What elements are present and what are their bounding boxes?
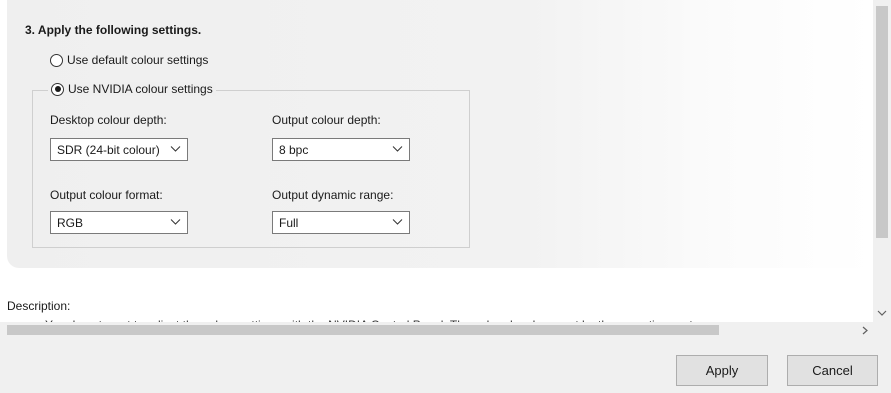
output-dynamic-range-value: Full	[279, 215, 299, 230]
horizontal-scrollbar-thumb[interactable]	[7, 325, 719, 335]
output-colour-depth-label: Output colour depth:	[272, 113, 381, 127]
cancel-button[interactable]: Cancel	[787, 355, 878, 386]
description-label: Description:	[7, 299, 71, 313]
output-colour-format-label: Output colour format:	[50, 188, 163, 202]
default-colour-radio-row[interactable]: Use default colour settings	[50, 53, 208, 67]
chevron-down-icon	[392, 219, 403, 225]
desktop-colour-depth-value: SDR (24-bit colour)	[57, 142, 160, 157]
chevron-down-icon	[170, 146, 181, 152]
nvidia-colour-label: Use NVIDIA colour settings	[68, 82, 213, 96]
settings-content-area: 3. Apply the following settings. Use def…	[0, 0, 873, 322]
chevron-down-icon	[170, 219, 181, 225]
output-dynamic-range-select[interactable]: Full	[272, 211, 410, 234]
nvidia-colour-radio-row[interactable]: Use NVIDIA colour settings	[48, 82, 216, 96]
chevron-down-icon[interactable]	[876, 308, 888, 318]
desktop-colour-depth-label: Desktop colour depth:	[50, 113, 167, 127]
chevron-down-icon	[392, 146, 403, 152]
output-colour-format-select[interactable]: RGB	[50, 211, 188, 234]
output-dynamic-range-label: Output dynamic range:	[272, 188, 394, 202]
chevron-right-icon[interactable]	[860, 325, 870, 336]
desktop-colour-depth-select[interactable]: SDR (24-bit colour)	[50, 138, 188, 161]
output-colour-depth-select[interactable]: 8 bpc	[272, 138, 410, 161]
apply-button[interactable]: Apply	[676, 355, 768, 386]
default-colour-radio[interactable]	[50, 53, 63, 67]
output-colour-depth-value: 8 bpc	[279, 142, 309, 157]
vertical-scrollbar-thumb[interactable]	[876, 6, 888, 238]
nvidia-colour-radio[interactable]	[51, 82, 64, 96]
step-title: 3. Apply the following settings.	[25, 23, 202, 37]
output-colour-format-value: RGB	[57, 215, 84, 230]
default-colour-label: Use default colour settings	[67, 53, 209, 67]
